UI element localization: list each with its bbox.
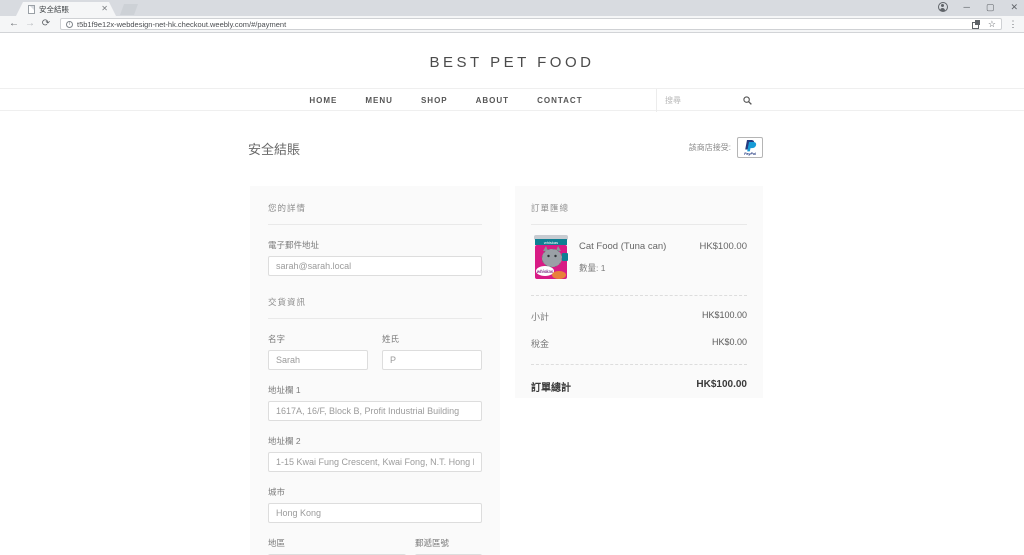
bookmark-star-icon[interactable]: ☆ [988,20,996,29]
first-name-field[interactable] [268,350,368,370]
tab-strip: 安全結賬 ✕ ─ ▢ ✕ [0,0,1024,16]
tax-row: 稅金 HK$0.00 [531,337,747,350]
last-name-field[interactable] [382,350,482,370]
accepted-payments: 該商店接受: PayPal [600,137,763,158]
close-button[interactable]: ✕ [1010,3,1018,12]
site-logo[interactable]: BEST PET FOOD [0,33,1024,71]
email-field[interactable] [268,256,482,276]
new-tab-button[interactable] [120,4,138,15]
back-button[interactable]: ← [6,19,22,29]
paypal-icon: PayPal [739,139,761,156]
last-name-label: 姓氏 [382,333,482,345]
nav-item-shop[interactable]: SHOP [407,96,462,105]
refresh-button[interactable]: ⟳ [38,19,54,29]
order-total-value: HK$100.00 [696,379,747,394]
address-bar[interactable]: i t5b1f9e12x-webdesign-net-hk.checkout.w… [60,18,1002,30]
tab-favicon-icon [28,5,35,14]
tab-close-icon[interactable]: ✕ [101,5,108,13]
search-box [656,89,765,112]
url-text: t5b1f9e12x-webdesign-net-hk.checkout.wee… [77,20,966,29]
first-name-label: 名字 [268,333,368,345]
email-label: 電子郵件地址 [268,239,482,251]
customer-details-panel: 您的詳情 電子郵件地址 交貨資訊 名字 姓氏 地址欄 1 地址欄 2 城市 地區 [250,186,500,555]
product-image: whiskas whiskas [531,235,571,281]
tab-title: 安全結賬 [39,4,97,15]
divider [268,224,482,225]
minimize-button[interactable]: ─ [964,3,970,12]
browser-chrome: 安全結賬 ✕ ─ ▢ ✕ ← → ⟳ i t5b1f9e12x-webdesig… [0,0,1024,33]
site-navbar: HOME MENU SHOP ABOUT CONTACT [0,88,1024,111]
profile-icon[interactable] [938,2,948,12]
nav-item-menu[interactable]: MENU [351,96,407,105]
accept-label: 該商店接受: [689,142,731,153]
city-label: 城市 [268,486,482,498]
order-summary-header: 訂單匯總 [531,186,747,214]
address1-label: 地址欄 1 [268,384,482,396]
svg-text:PayPal: PayPal [744,152,757,156]
svg-text:whiskas: whiskas [537,269,554,274]
nav-item-contact[interactable]: CONTACT [523,96,597,105]
browser-toolbar: ← → ⟳ i t5b1f9e12x-webdesign-net-hk.chec… [0,16,1024,33]
search-icon[interactable] [743,96,752,105]
subtotal-value: HK$100.00 [702,310,747,323]
tax-value: HK$0.00 [712,337,747,350]
search-input[interactable] [665,96,743,105]
details-section-header: 您的詳情 [268,186,482,214]
paypal-badge: PayPal [737,137,763,158]
divider [531,224,747,225]
order-item-row: whiskas whiskas Cat Food (Tuna can) 數量: … [531,235,747,281]
city-field[interactable] [268,503,482,523]
order-item-name: Cat Food (Tuna can) [579,235,699,252]
browser-tab[interactable]: 安全結賬 ✕ [16,2,116,16]
delivery-section-header: 交貨資訊 [268,276,482,308]
page-title: 安全結賬 [248,139,300,158]
order-item-price: HK$100.00 [699,235,747,281]
nav-item-about[interactable]: ABOUT [462,96,523,105]
dashed-divider [531,295,747,296]
browser-menu-icon[interactable]: ⋮ [1008,20,1018,29]
dashed-divider [531,364,747,365]
address2-field[interactable] [268,452,482,472]
subtotal-label: 小計 [531,310,549,323]
svg-text:whiskas: whiskas [544,240,558,245]
subtotal-row: 小計 HK$100.00 [531,310,747,323]
forward-button[interactable]: → [22,19,38,29]
address1-field[interactable] [268,401,482,421]
tax-label: 稅金 [531,337,549,350]
page-info-icon[interactable]: i [66,21,73,28]
maximize-button[interactable]: ▢ [986,3,995,12]
order-total-label: 訂單總計 [531,379,571,394]
order-item-quantity: 數量: 1 [579,262,699,274]
order-total-row: 訂單總計 HK$100.00 [531,379,747,394]
address2-label: 地址欄 2 [268,435,482,447]
nav-item-home[interactable]: HOME [295,96,351,105]
region-label: 地區 [268,537,406,549]
page-action-icon[interactable] [972,20,980,28]
order-summary-panel: 訂單匯總 whiskas whiskas Cat Food (Tuna [515,186,763,398]
checkout-page: BEST PET FOOD HOME MENU SHOP ABOUT CONTA… [0,33,1024,555]
postal-code-label: 郵遞區號 [415,537,482,549]
